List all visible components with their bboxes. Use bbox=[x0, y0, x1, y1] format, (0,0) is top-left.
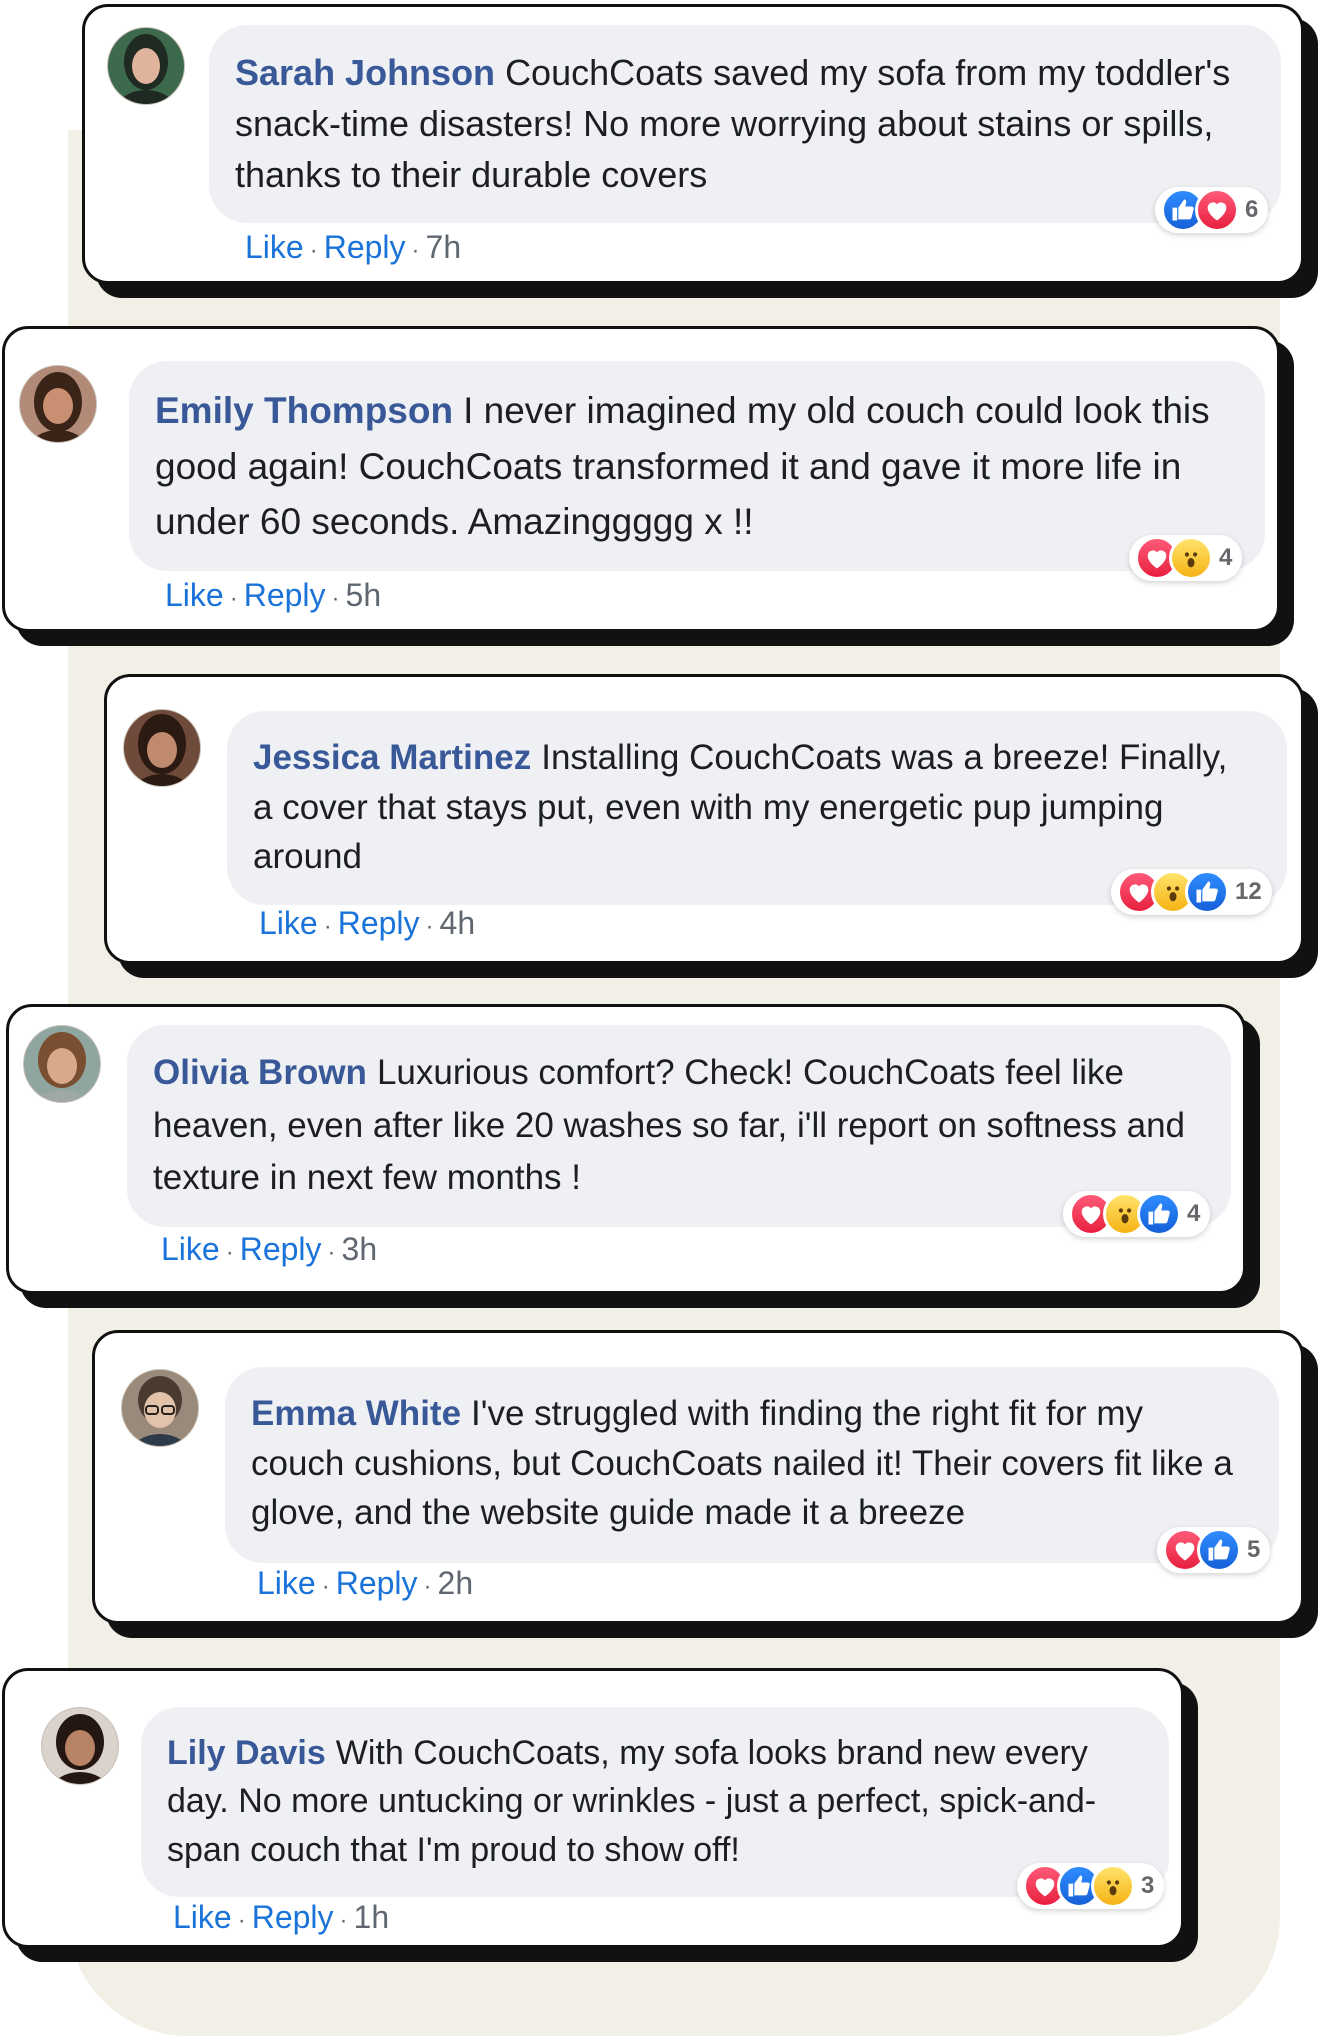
comment-author[interactable]: Emma White bbox=[251, 1394, 461, 1433]
wow-icon bbox=[1169, 536, 1213, 580]
reaction-count: 4 bbox=[1219, 544, 1233, 571]
comment-time: 3h bbox=[341, 1231, 378, 1267]
comment-time: 2h bbox=[437, 1565, 474, 1601]
comment-time: 4h bbox=[439, 905, 476, 941]
like-link[interactable]: Like bbox=[161, 1231, 220, 1267]
comment-card: Lily Davis With CouchCoats, my sofa looks… bbox=[2, 1668, 1184, 1948]
comment-author[interactable]: Sarah Johnson bbox=[235, 52, 495, 93]
comment-author[interactable]: Jessica Martinez bbox=[253, 738, 531, 777]
like-icon bbox=[1197, 1528, 1241, 1572]
love-icon bbox=[1195, 188, 1239, 232]
comment-actions: Like · Reply · 4h bbox=[259, 905, 476, 941]
comment-actions: Like · Reply · 1h bbox=[173, 1899, 390, 1935]
comment-card: Sarah Johnson CouchCoats saved my sofa fr… bbox=[82, 4, 1304, 284]
avatar[interactable] bbox=[123, 709, 201, 787]
reaction-count: 5 bbox=[1247, 1536, 1261, 1563]
comment-author[interactable]: Emily Thompson bbox=[155, 390, 453, 431]
reaction-count: 6 bbox=[1245, 196, 1259, 223]
avatar[interactable] bbox=[23, 1025, 101, 1103]
reaction-summary[interactable]: 12 bbox=[1111, 869, 1272, 915]
comment-bubble: Olivia Brown Luxurious comfort? Check! Co… bbox=[127, 1025, 1231, 1227]
comment-author[interactable]: Olivia Brown bbox=[153, 1053, 367, 1092]
reply-link[interactable]: Reply bbox=[244, 577, 326, 613]
avatar[interactable] bbox=[121, 1369, 199, 1447]
comment-author[interactable]: Lily Davis bbox=[167, 1734, 326, 1772]
reply-link[interactable]: Reply bbox=[252, 1899, 334, 1935]
comment-actions: Like · Reply · 2h bbox=[257, 1565, 474, 1601]
like-icon bbox=[1137, 1192, 1181, 1236]
comment-bubble: Lily Davis With CouchCoats, my sofa looks… bbox=[141, 1707, 1169, 1897]
comment-card: Olivia Brown Luxurious comfort? Check! Co… bbox=[6, 1004, 1246, 1294]
reaction-summary[interactable]: 5 bbox=[1157, 1527, 1271, 1573]
comment-bubble: Emma White I've struggled with finding th… bbox=[225, 1367, 1279, 1563]
avatar[interactable] bbox=[107, 27, 185, 105]
like-link[interactable]: Like bbox=[165, 577, 224, 613]
wow-icon bbox=[1091, 1864, 1135, 1908]
comment-card: Emily Thompson I never imagined my old co… bbox=[2, 326, 1280, 632]
reaction-count: 4 bbox=[1187, 1200, 1201, 1227]
comment-card: Emma White I've struggled with finding th… bbox=[92, 1330, 1304, 1624]
reaction-summary[interactable]: 3 bbox=[1017, 1863, 1165, 1909]
comment-time: 7h bbox=[425, 229, 462, 265]
reply-link[interactable]: Reply bbox=[338, 905, 420, 941]
like-link[interactable]: Like bbox=[245, 229, 304, 265]
like-link[interactable]: Like bbox=[259, 905, 318, 941]
reaction-count: 3 bbox=[1141, 1872, 1155, 1899]
like-link[interactable]: Like bbox=[257, 1565, 316, 1601]
comment-card: Jessica Martinez Installing CouchCoats wa… bbox=[104, 674, 1304, 964]
avatar[interactable] bbox=[19, 365, 97, 443]
like-link[interactable]: Like bbox=[173, 1899, 232, 1935]
comment-actions: Like · Reply · 5h bbox=[165, 577, 382, 613]
reply-link[interactable]: Reply bbox=[336, 1565, 418, 1601]
comment-bubble: Sarah Johnson CouchCoats saved my sofa fr… bbox=[209, 25, 1281, 223]
comment-actions: Like · Reply · 7h bbox=[245, 229, 462, 265]
reply-link[interactable]: Reply bbox=[324, 229, 406, 265]
comment-time: 1h bbox=[353, 1899, 390, 1935]
reaction-count: 12 bbox=[1235, 878, 1262, 905]
reply-link[interactable]: Reply bbox=[240, 1231, 322, 1267]
comment-actions: Like · Reply · 3h bbox=[161, 1231, 378, 1267]
reaction-summary[interactable]: 4 bbox=[1129, 535, 1243, 581]
like-icon bbox=[1185, 870, 1229, 914]
avatar[interactable] bbox=[41, 1707, 119, 1785]
comment-time: 5h bbox=[345, 577, 382, 613]
comment-bubble: Emily Thompson I never imagined my old co… bbox=[129, 361, 1265, 571]
reaction-summary[interactable]: 4 bbox=[1063, 1191, 1211, 1237]
reaction-summary[interactable]: 6 bbox=[1155, 187, 1269, 233]
